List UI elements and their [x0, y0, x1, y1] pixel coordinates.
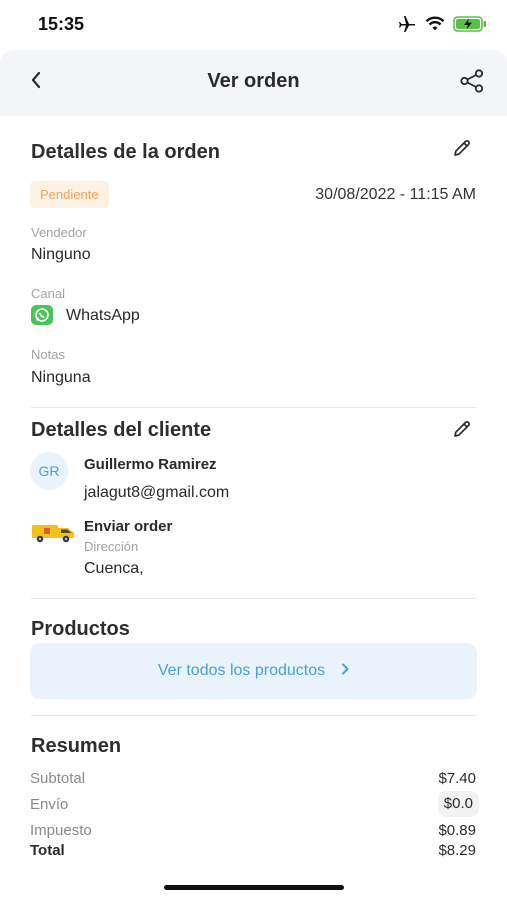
total-value: $8.29: [438, 842, 476, 859]
share-button[interactable]: [457, 68, 487, 98]
edit-order-button[interactable]: [450, 138, 474, 162]
shipping-label: Envío: [30, 796, 69, 813]
channel-label: Canal: [31, 286, 65, 301]
airplane-icon: [397, 15, 417, 38]
channel-value: WhatsApp: [66, 307, 140, 324]
vendor-value: Ninguno: [31, 246, 91, 263]
shipping-title: Enviar order: [84, 518, 173, 535]
address-label: Dirección: [84, 539, 139, 554]
subtotal-label: Subtotal: [30, 770, 86, 787]
page-title: Ver orden: [207, 70, 300, 92]
pencil-icon: [452, 138, 472, 163]
notes-label: Notas: [31, 347, 65, 362]
notes-value: Ninguna: [31, 369, 91, 386]
summary-title: Resumen: [31, 735, 122, 757]
delivery-truck-icon: [30, 520, 78, 544]
share-icon: [459, 68, 485, 98]
subtotal-value: $7.40: [438, 770, 476, 787]
status-icons: [397, 15, 487, 38]
view-all-products-label: Ver todos los productos: [157, 662, 326, 679]
status-badge: Pendiente: [30, 181, 109, 208]
products-title: Productos: [31, 618, 130, 640]
address-value: Cuenca,: [84, 560, 144, 577]
client-name: Guillermo Ramirez: [84, 456, 217, 473]
wifi-icon: [425, 16, 445, 37]
divider: [31, 598, 476, 599]
avatar: GR: [30, 452, 68, 490]
nav-bar: Ver orden: [0, 50, 507, 116]
total-label: Total: [30, 842, 65, 859]
chevron-right-icon: [341, 662, 349, 680]
whatsapp-icon: [31, 305, 53, 330]
order-datetime: 30/08/2022 - 11:15 AM: [315, 186, 476, 203]
pencil-icon: [452, 419, 472, 444]
client-email: jalagut8@gmail.com: [84, 484, 230, 501]
shipping-value: $0.0: [437, 791, 479, 817]
view-all-products-button[interactable]: Ver todos los productos: [30, 643, 477, 699]
status-bar: 15:35: [0, 0, 507, 50]
divider: [31, 407, 476, 408]
vendor-label: Vendedor: [31, 225, 87, 240]
edit-client-button[interactable]: [450, 419, 474, 443]
tax-value: $0.89: [438, 822, 476, 839]
home-indicator: [164, 885, 344, 890]
tax-label: Impuesto: [30, 822, 92, 839]
divider: [31, 715, 476, 716]
status-time: 15:35: [38, 14, 85, 34]
client-details-title: Detalles del cliente: [31, 419, 212, 441]
order-details-title: Detalles de la orden: [31, 141, 220, 163]
battery-charging-icon: [453, 16, 487, 37]
